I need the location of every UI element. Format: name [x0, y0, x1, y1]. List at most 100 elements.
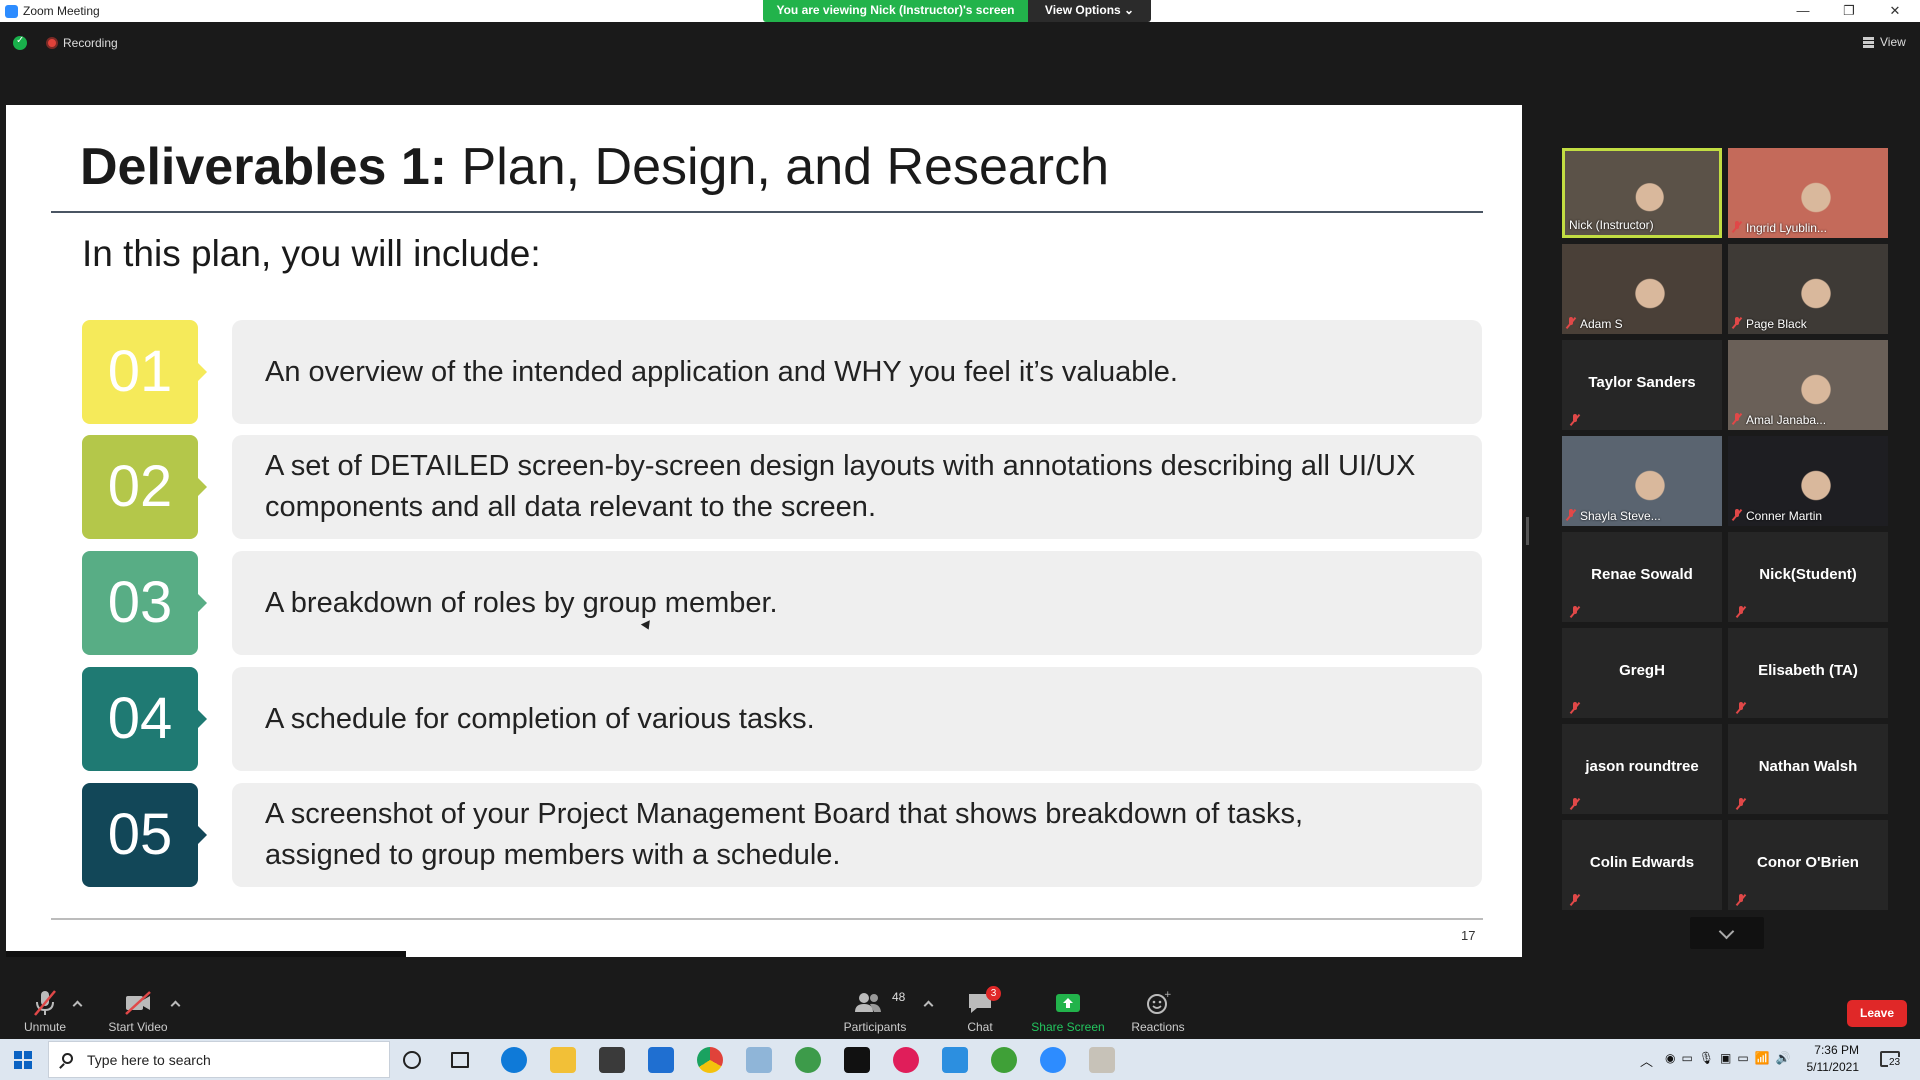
- participant-tile[interactable]: Nick (Instructor): [1562, 148, 1722, 238]
- participant-name: Nick (Instructor): [1569, 218, 1654, 232]
- participant-tile[interactable]: Amal Janaba...: [1728, 340, 1888, 430]
- deliverable-text: An overview of the intended application …: [232, 320, 1482, 424]
- muted-mic-icon: [1570, 414, 1580, 426]
- close-button[interactable]: ✕: [1872, 0, 1918, 22]
- participant-name: Renae Sowald: [1591, 566, 1693, 583]
- muted-mic-icon: [1736, 894, 1746, 906]
- deliverable-text: A screenshot of your Project Management …: [232, 783, 1482, 887]
- participant-name: jason roundtree: [1585, 758, 1699, 775]
- view-button[interactable]: View: [1880, 35, 1906, 49]
- reactions-button[interactable]: + Reactions: [1113, 988, 1203, 1034]
- participant-tile[interactable]: GregH: [1562, 628, 1722, 718]
- participant-tile[interactable]: Shayla Steve...: [1562, 436, 1722, 526]
- deliverable-number: 04: [82, 667, 207, 771]
- deliverable-text-content: A schedule for completion of various tas…: [265, 702, 815, 735]
- participant-name: Ingrid Lyublin...: [1732, 221, 1827, 235]
- notification-center-icon[interactable]: 23: [1880, 1051, 1902, 1068]
- slide-page-number: 17: [1461, 928, 1476, 943]
- participant-tile[interactable]: Conner Martin: [1728, 436, 1888, 526]
- participant-name: Nick(Student): [1759, 566, 1857, 583]
- taskbar-clock[interactable]: 7:36 PM 5/11/2021: [1803, 1042, 1860, 1076]
- svg-text:+: +: [1164, 990, 1172, 1000]
- cortana-icon[interactable]: [403, 1051, 421, 1069]
- participant-name: Nathan Walsh: [1758, 758, 1858, 775]
- participants-options-chevron-icon[interactable]: [923, 1000, 934, 1011]
- reactions-smiley-icon: +: [1113, 988, 1203, 1018]
- windows-taskbar: Type here to search ︿ ◉▭🎙▣▭📶🔊 7:36 PM 5/…: [0, 1039, 1920, 1080]
- start-video-label: Start Video: [108, 1020, 168, 1034]
- mail-icon[interactable]: [648, 1047, 674, 1073]
- participants-button[interactable]: 48 Participants: [830, 988, 920, 1034]
- participant-tile[interactable]: Ingrid Lyublin...: [1728, 148, 1888, 238]
- deliverable-text-content: An overview of the intended application …: [265, 355, 1178, 388]
- muted-mic-icon: [1736, 606, 1746, 618]
- restore-button[interactable]: ❐: [1826, 0, 1872, 22]
- participant-tile[interactable]: Conor O'Brien: [1728, 820, 1888, 910]
- share-screen-button[interactable]: Share Screen: [1023, 988, 1113, 1034]
- participant-name-text: Shayla Steve...: [1580, 509, 1661, 523]
- participant-tile[interactable]: Colin Edwards: [1562, 820, 1722, 910]
- notepad-icon[interactable]: [746, 1047, 772, 1073]
- participant-name: GregH: [1619, 662, 1665, 679]
- recording-icon: [46, 37, 58, 49]
- store-icon[interactable]: [599, 1047, 625, 1073]
- viewing-screen-banner: You are viewing Nick (Instructor)'s scre…: [763, 0, 1028, 22]
- task-view-icon[interactable]: [451, 1052, 469, 1068]
- deliverable-number: 03: [82, 551, 207, 655]
- gallery-grid-icon[interactable]: [1863, 37, 1874, 48]
- slide-progress-bar: [6, 951, 406, 957]
- view-options-button[interactable]: View Options ⌄: [1028, 0, 1151, 22]
- edge-browser-icon[interactable]: [501, 1047, 527, 1073]
- security-shield-icon[interactable]: [13, 35, 27, 50]
- terminal-icon[interactable]: [844, 1047, 870, 1073]
- panel-splitter[interactable]: [1526, 517, 1529, 545]
- paint-icon[interactable]: [1089, 1047, 1115, 1073]
- minimize-button[interactable]: —: [1780, 0, 1826, 22]
- notification-count: 23: [1888, 1057, 1902, 1068]
- muted-mic-icon: [1570, 702, 1580, 714]
- participant-name-text: Conner Martin: [1746, 509, 1823, 523]
- participant-tile[interactable]: Page Black: [1728, 244, 1888, 334]
- zoom-taskbar-icon[interactable]: [1040, 1047, 1066, 1073]
- participant-name: Colin Edwards: [1589, 854, 1695, 871]
- muted-mic-icon: [1570, 606, 1580, 618]
- start-video-button[interactable]: Start Video: [93, 988, 183, 1034]
- deliverable-number: 02: [82, 435, 207, 539]
- participant-name: Conor O'Brien: [1757, 854, 1859, 871]
- participant-tile[interactable]: Nick(Student): [1728, 532, 1888, 622]
- participant-tile[interactable]: Nathan Walsh: [1728, 724, 1888, 814]
- mongodb-icon[interactable]: [991, 1047, 1017, 1073]
- muted-mic-icon: [1732, 317, 1742, 329]
- participant-tile[interactable]: Taylor Sanders: [1562, 340, 1722, 430]
- muted-mic-icon: [1732, 509, 1742, 521]
- slack-icon[interactable]: [893, 1047, 919, 1073]
- slide-subtitle: In this plan, you will include:: [82, 233, 541, 274]
- reactions-label: Reactions: [1131, 1020, 1185, 1034]
- muted-mic-icon: [1570, 798, 1580, 810]
- participant-name: Taylor Sanders: [1588, 374, 1696, 391]
- participant-name-text: Page Black: [1746, 317, 1807, 331]
- unmute-button[interactable]: Unmute: [0, 988, 90, 1034]
- participant-tile[interactable]: Adam S: [1562, 244, 1722, 334]
- share-screen-label: Share Screen: [1031, 1020, 1105, 1034]
- chat-button[interactable]: 3 Chat: [935, 986, 1025, 1034]
- windows-start-icon[interactable]: [14, 1051, 32, 1069]
- app-tree-icon[interactable]: [795, 1047, 821, 1073]
- clock-time: 7:36 PM: [1814, 1043, 1859, 1057]
- taskbar-search-box[interactable]: Type here to search: [48, 1041, 390, 1078]
- tray-chevron-up-icon[interactable]: ︿: [1640, 1051, 1653, 1080]
- leave-meeting-button[interactable]: Leave: [1847, 1000, 1907, 1027]
- deliverable-text: A breakdown of roles by group member.: [232, 551, 1482, 655]
- vscode-icon[interactable]: [942, 1047, 968, 1073]
- zoom-app-icon: [5, 5, 18, 18]
- participant-tile[interactable]: jason roundtree: [1562, 724, 1722, 814]
- chrome-icon[interactable]: [697, 1047, 723, 1073]
- deliverable-number: 01: [82, 320, 207, 424]
- recording-label[interactable]: Recording: [63, 36, 118, 50]
- participant-tile[interactable]: Elisabeth (TA): [1728, 628, 1888, 718]
- gallery-scroll-down-button[interactable]: [1690, 917, 1764, 949]
- file-explorer-icon[interactable]: [550, 1047, 576, 1073]
- participant-tile[interactable]: Renae Sowald: [1562, 532, 1722, 622]
- system-tray-icons[interactable]: ◉▭🎙▣▭📶🔊: [1665, 1051, 1805, 1080]
- share-screen-icon: [1023, 988, 1113, 1018]
